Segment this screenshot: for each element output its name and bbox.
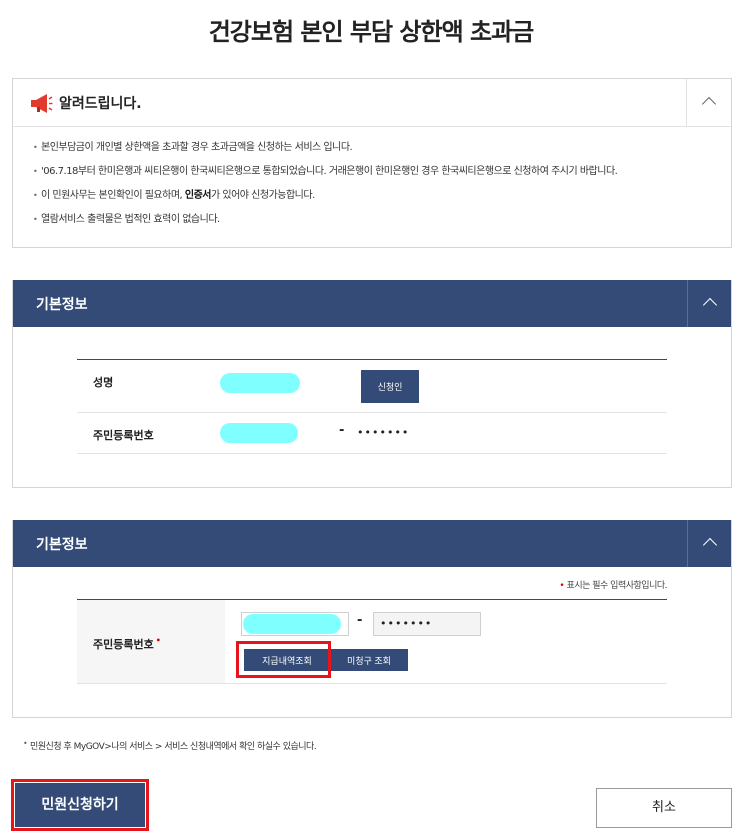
notice-item: 이 민원사무는 본인확인이 필요하며, 인증서가 있어야 신청가능합니다. xyxy=(33,189,731,213)
notice-panel: 알려드립니다. 본인부담금이 개인별 상한액을 초과할 경우 초과금액을 신청하… xyxy=(12,78,732,248)
required-star-icon: • xyxy=(155,636,161,645)
footnote: 민원신청 후 MyGOV>나의 서비스 > 서비스 신청내역에서 확인 하실수 … xyxy=(23,739,317,752)
rrn-input-table: 주민등록번호 • - ••••••• 지급내역조회 미청구 조회 xyxy=(77,599,667,684)
notice-item: 열람서비스 출력물은 법적인 효력이 없습니다. xyxy=(33,213,731,237)
cancel-button[interactable]: 취소 xyxy=(596,788,732,828)
highlight-box xyxy=(11,779,149,831)
notice-title: 알려드립니다. xyxy=(59,96,142,112)
applicant-table: 성명 신청인 주민등록번호 - ••••••• xyxy=(77,359,667,454)
applicant-button[interactable]: 신청인 xyxy=(361,370,419,403)
notice-collapse-button[interactable] xyxy=(686,79,731,126)
notice-header[interactable]: 알려드립니다. xyxy=(13,79,731,127)
required-star-icon: • xyxy=(559,581,565,591)
rrn-dash: - xyxy=(339,423,345,438)
unclaimed-inquiry-button[interactable]: 미청구 조회 xyxy=(330,649,408,671)
rrn-back-masked: ••••••• xyxy=(357,426,410,439)
rrn-label: 주민등록번호 xyxy=(93,429,154,442)
basic-info-section: 기본정보 성명 신청인 주민등록번호 - ••••••• xyxy=(12,280,732,488)
chevron-up-icon xyxy=(702,297,718,313)
notice-list: 본인부담금이 개인별 상한액을 초과할 경우 초과금액을 신청하는 서비스 입니… xyxy=(13,127,731,237)
required-note: • 표시는 필수 입력사항입니다. xyxy=(559,581,667,591)
highlight-box xyxy=(236,641,331,678)
section-title: 기본정보 xyxy=(36,537,88,553)
masked-rrn-front xyxy=(220,423,298,443)
chevron-up-icon xyxy=(701,96,717,112)
section-header[interactable]: 기본정보 xyxy=(13,520,731,567)
rrn-row: 주민등록번호 - ••••••• xyxy=(77,413,667,454)
rrn-input-row: 주민등록번호 • - ••••••• 지급내역조회 미청구 조회 xyxy=(77,600,667,684)
masked-name xyxy=(220,373,300,393)
rrn-back-input[interactable]: ••••••• xyxy=(373,612,481,636)
rrn-dash: - xyxy=(357,613,363,628)
name-row: 성명 신청인 xyxy=(77,360,667,413)
masked-rrn-front xyxy=(243,614,341,634)
chevron-up-icon xyxy=(702,537,718,553)
megaphone-icon xyxy=(31,94,53,113)
section-title: 기본정보 xyxy=(36,297,88,313)
name-label: 성명 xyxy=(93,376,114,389)
rrn-label: 주민등록번호 • xyxy=(93,636,161,651)
notice-item: 본인부담금이 개인별 상한액을 초과할 경우 초과금액을 신청하는 서비스 입니… xyxy=(33,141,731,165)
page-title: 건강보험 본인 부담 상한액 초과금 xyxy=(208,18,535,46)
certificate-emphasis: 인증서 xyxy=(184,190,212,201)
section-collapse-button[interactable] xyxy=(687,280,731,327)
section-header[interactable]: 기본정보 xyxy=(13,280,731,327)
rrn-front-input[interactable] xyxy=(241,612,349,636)
section-collapse-button[interactable] xyxy=(687,520,731,567)
rrn-back-masked: ••••••• xyxy=(380,617,433,630)
basic-info-input-section: 기본정보 • 표시는 필수 입력사항입니다. 주민등록번호 • - •••••••… xyxy=(12,520,732,718)
notice-item: '06.7.18부터 한미은행과 씨티은행이 한국씨티은행으로 통합되었습니다.… xyxy=(33,165,731,189)
